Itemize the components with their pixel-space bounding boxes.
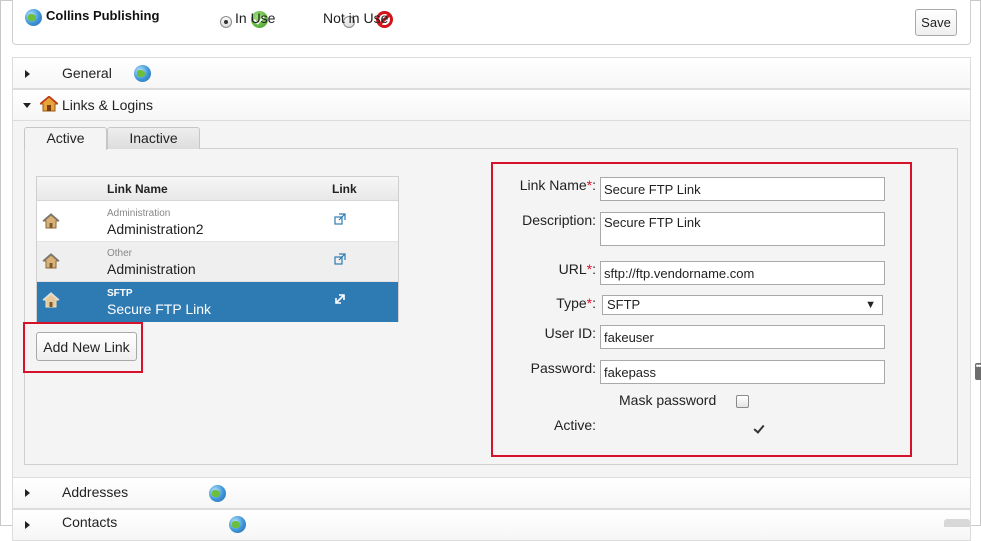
not-in-use-label[interactable]: Not in Use <box>323 10 388 26</box>
section-links-logins-label[interactable]: Links & Logins <box>62 97 153 113</box>
in-use-label[interactable]: In Use <box>235 10 275 26</box>
save-button[interactable]: Save <box>915 9 957 36</box>
external-link-icon[interactable] <box>334 213 346 225</box>
house-icon <box>42 213 60 229</box>
globe-icon <box>134 65 152 82</box>
company-name: Collins Publishing <box>46 8 160 23</box>
links-table: Link Name Link Administration Administra… <box>36 176 399 322</box>
section-addresses[interactable] <box>12 477 971 509</box>
section-general-label[interactable]: General <box>62 65 112 81</box>
type-label: Type*: <box>556 295 596 311</box>
expand-arrow-icon[interactable] <box>25 521 30 529</box>
password-generator-icon[interactable] <box>974 361 981 380</box>
password-label: Password: <box>530 360 596 376</box>
section-addresses-label[interactable]: Addresses <box>62 484 128 500</box>
user-id-label: User ID: <box>544 325 596 341</box>
mask-password-checkbox[interactable] <box>736 395 750 408</box>
mask-password-label[interactable]: Mask password <box>619 392 716 408</box>
section-contacts[interactable] <box>12 509 971 541</box>
table-row-selected[interactable]: SFTP Secure FTP Link <box>37 282 398 322</box>
dropdown-arrow-icon[interactable]: ▼ <box>865 296 876 314</box>
link-name[interactable]: Secure FTP Link <box>107 301 211 317</box>
external-link-icon[interactable] <box>334 253 346 265</box>
section-general[interactable] <box>12 57 971 89</box>
active-label: Active: <box>553 417 596 433</box>
type-select-value: SFTP <box>607 297 641 312</box>
description-label: Description: <box>522 212 596 228</box>
user-id-field[interactable] <box>600 325 885 349</box>
link-name[interactable]: Administration <box>107 261 196 277</box>
password-field[interactable] <box>600 360 885 384</box>
link-name[interactable]: Administration2 <box>107 221 204 237</box>
table-header: Link Name Link <box>37 177 398 201</box>
link-name-label: Link Name*: <box>519 177 596 193</box>
collapse-arrow-icon[interactable] <box>23 103 31 108</box>
expand-arrow-icon[interactable] <box>25 489 30 497</box>
column-header-link-name[interactable]: Link Name <box>107 182 168 196</box>
external-link-icon[interactable] <box>334 293 346 305</box>
section-links-logins[interactable] <box>12 89 971 121</box>
add-new-link-button[interactable]: Add New Link <box>36 332 137 361</box>
table-row[interactable]: Administration Administration2 <box>37 202 398 242</box>
section-contacts-label[interactable]: Contacts <box>62 514 117 530</box>
active-checkbox[interactable] <box>753 423 766 436</box>
link-name-field[interactable] <box>600 177 885 201</box>
globe-icon <box>25 9 42 26</box>
url-field[interactable] <box>600 261 885 285</box>
tab-inactive[interactable]: Inactive <box>107 127 200 149</box>
column-header-link[interactable]: Link <box>332 182 357 196</box>
description-field[interactable]: Secure FTP Link <box>600 212 885 246</box>
in-use-radio[interactable] <box>219 16 232 28</box>
globe-house-icon <box>208 485 226 502</box>
link-category: SFTP <box>107 288 133 299</box>
tab-active[interactable]: Active <box>24 127 107 150</box>
house-icon <box>40 96 58 112</box>
link-category: Administration <box>107 208 171 219</box>
link-category: Other <box>107 248 133 259</box>
expand-arrow-icon[interactable] <box>25 70 30 78</box>
url-label: URL*: <box>558 261 596 277</box>
type-select[interactable]: SFTP ▼ <box>602 295 883 315</box>
house-icon <box>42 292 60 308</box>
table-row[interactable]: Other Administration <box>37 242 398 282</box>
house-icon <box>42 253 60 269</box>
